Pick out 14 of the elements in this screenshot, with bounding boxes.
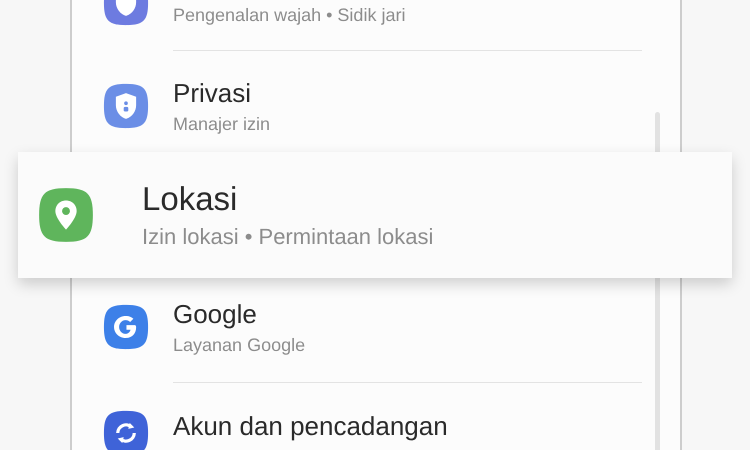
scrollbar[interactable] — [655, 112, 660, 152]
scrollbar[interactable] — [655, 278, 660, 450]
google-icon — [103, 304, 149, 350]
setting-subtitle: Izin lokasi • Permintaan lokasi — [142, 224, 434, 250]
highlighted-setting-card[interactable]: Lokasi Izin lokasi • Permintaan lokasi — [18, 152, 732, 278]
setting-title[interactable]: Privasi — [173, 76, 270, 108]
setting-subtitle: Layanan Google — [173, 334, 306, 356]
setting-subtitle: Manajer izin — [173, 112, 270, 134]
setting-subtitle: Pengenalan wajah • Sidik jari — [173, 4, 406, 26]
setting-title: Lokasi — [142, 180, 238, 218]
setting-title[interactable]: Google — [173, 298, 306, 330]
location-pin-icon — [38, 187, 94, 243]
setting-title[interactable]: Akun dan pencadangan — [173, 410, 448, 442]
shield-icon — [103, 82, 149, 128]
